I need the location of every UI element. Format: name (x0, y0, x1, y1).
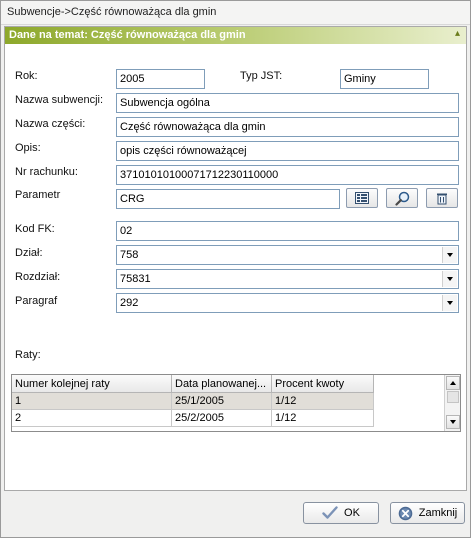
window-title: Subwencje->Część równoważąca dla gmin (1, 1, 470, 25)
clear-button[interactable] (426, 188, 458, 208)
table-row[interactable]: 2 25/2/2005 1/12 (12, 410, 374, 427)
table-cell: 1 (12, 393, 172, 410)
collapse-icon[interactable]: ▴ (455, 28, 460, 39)
nr-rachunku-label: Nr rachunku: (15, 166, 78, 178)
nazwa-czesci-label: Nazwa części: (15, 118, 86, 130)
raty-grid[interactable]: Numer kolejnej raty Data planowanej... P… (11, 374, 461, 432)
parametr-label: Parametr (15, 189, 61, 201)
parametr-field[interactable]: CRG (116, 189, 340, 209)
opis-label: Opis: (15, 142, 41, 154)
rozdzial-select[interactable]: 75831 (116, 269, 459, 289)
paragraf-select[interactable]: 292 (116, 293, 459, 313)
column-header[interactable]: Procent kwoty (272, 375, 374, 393)
opis-field[interactable]: opis części równoważącej (116, 141, 459, 161)
arrow-down-icon (450, 420, 456, 424)
kod-fk-field[interactable]: 02 (116, 221, 459, 241)
select-list-button[interactable] (346, 188, 378, 208)
rok-field[interactable]: 2005 (116, 69, 205, 89)
table-cell: 2 (12, 410, 172, 427)
select-list-icon (355, 192, 369, 204)
paragraf-label: Paragraf (15, 295, 58, 307)
dzial-label: Dział: (15, 247, 43, 259)
close-icon (398, 506, 413, 520)
ok-button[interactable]: OK (303, 502, 379, 524)
panel-header: Dane na temat: Część równoważąca dla gmi… (5, 27, 466, 44)
chevron-down-icon[interactable] (442, 271, 457, 287)
dzial-select[interactable]: 758 (116, 245, 459, 265)
scroll-up-button[interactable] (446, 376, 460, 390)
nazwa-subwencji-field[interactable]: Subwencja ogólna (116, 93, 459, 113)
panel-header-title: Dane na temat: Część równoważąca dla gmi… (9, 29, 246, 41)
nazwa-subwencji-label: Nazwa subwencji: (15, 94, 104, 106)
rozdzial-label: Rozdział: (15, 271, 61, 283)
search-button[interactable] (386, 188, 418, 208)
table-cell: 25/1/2005 (172, 393, 272, 410)
scroll-down-button[interactable] (446, 415, 460, 429)
rok-label: Rok: (15, 70, 38, 82)
table-cell: 1/12 (272, 410, 374, 427)
zamknij-label: Zamknij (418, 507, 458, 519)
ok-label: OK (344, 507, 360, 519)
scroll-thumb[interactable] (447, 391, 459, 403)
clear-icon (437, 193, 447, 204)
kod-fk-label: Kod FK: (15, 223, 55, 235)
nr-rachunku-field[interactable]: 37101010100071712230110000 (116, 165, 459, 185)
chevron-down-icon[interactable] (442, 247, 457, 263)
arrow-up-icon (450, 381, 456, 385)
table-cell: 25/2/2005 (172, 410, 272, 427)
typ-jst-field[interactable]: Gminy (340, 69, 429, 89)
checkmark-icon (322, 506, 338, 519)
raty-label: Raty: (15, 349, 41, 361)
dzial-value: 758 (120, 249, 139, 261)
typ-jst-label: Typ JST: (240, 70, 283, 82)
dialog-window: Subwencje->Część równoważąca dla gmin Da… (0, 0, 471, 538)
table-cell: 1/12 (272, 393, 374, 410)
search-icon (394, 191, 409, 206)
table-row[interactable]: 1 25/1/2005 1/12 (12, 393, 374, 410)
chevron-down-icon[interactable] (442, 295, 457, 311)
column-header[interactable]: Data planowanej... (172, 375, 272, 393)
rozdzial-value: 75831 (120, 273, 151, 285)
zamknij-button[interactable]: Zamknij (390, 502, 465, 524)
paragraf-value: 292 (120, 297, 139, 309)
grid-header: Numer kolejnej raty Data planowanej... P… (12, 375, 374, 393)
vertical-scrollbar[interactable] (444, 375, 460, 431)
nazwa-czesci-field[interactable]: Część równoważąca dla gmin (116, 117, 459, 137)
column-header[interactable]: Numer kolejnej raty (12, 375, 172, 393)
